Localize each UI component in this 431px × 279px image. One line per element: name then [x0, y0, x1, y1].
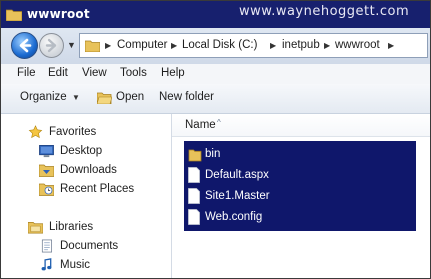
chevron-right-icon[interactable]: ▶ [388, 41, 394, 50]
menu-tools[interactable]: Tools [120, 67, 147, 79]
menu-bar: File Edit View Tools Help [1, 64, 430, 84]
chevron-down-icon[interactable]: ▼ [72, 93, 80, 102]
file-icon [188, 167, 200, 183]
nav-label-music: Music [60, 259, 91, 271]
file-icon [188, 188, 200, 204]
libraries-header: Libraries [49, 221, 94, 233]
nav-desktop[interactable]: Desktop [1, 142, 171, 160]
nav-documents[interactable]: Documents [1, 237, 171, 255]
watermark-text: www.waynehoggett.com [239, 4, 410, 19]
star-icon [28, 125, 43, 139]
organize-button[interactable]: Organize [20, 91, 67, 103]
explorer-window: wwwroot www.waynehoggett.com ▼ ▶ Compute… [0, 0, 431, 279]
file-name: bin [205, 148, 221, 160]
menu-edit[interactable]: Edit [48, 67, 68, 79]
title-bar: wwwroot www.waynehoggett.com [1, 1, 430, 28]
folder-icon [85, 40, 100, 52]
breadcrumb-local-disk[interactable]: Local Disk (C:) [182, 39, 257, 51]
folder-icon [188, 149, 202, 162]
nav-label-desktop: Desktop [60, 145, 103, 157]
folder-icon [6, 9, 22, 21]
new-folder-button[interactable]: New folder [159, 91, 214, 103]
file-name: Web.config [205, 211, 263, 223]
breadcrumb-computer[interactable]: Computer [117, 39, 168, 51]
file-row-bin[interactable]: bin [188, 144, 408, 165]
nav-label-downloads: Downloads [60, 164, 117, 176]
chevron-right-icon[interactable]: ▶ [324, 41, 330, 50]
recent-places-icon [39, 183, 54, 196]
command-bar: Organize ▼ Open New folder [1, 84, 430, 114]
nav-label-documents: Documents [60, 240, 119, 252]
desktop-icon [39, 145, 54, 158]
navigation-pane: Favorites Desktop Downloads Recent Place… [1, 114, 172, 278]
libraries-icon [28, 221, 43, 234]
recent-pages-dropdown-icon[interactable]: ▼ [67, 40, 76, 50]
favorites-header: Favorites [49, 126, 97, 138]
breadcrumb-wwwroot[interactable]: wwwroot [335, 39, 380, 51]
file-icon [188, 209, 200, 225]
column-header-name[interactable]: Name ^ [172, 114, 430, 137]
file-row-default-aspx[interactable]: Default.aspx [188, 165, 408, 186]
file-row-site1-master[interactable]: Site1.Master [188, 186, 408, 207]
back-button[interactable] [11, 32, 38, 59]
menu-file[interactable]: File [17, 67, 36, 79]
nav-downloads[interactable]: Downloads [1, 161, 171, 179]
file-row-web-config[interactable]: Web.config [188, 207, 408, 228]
window-title: wwwroot [27, 7, 90, 21]
menu-view[interactable]: View [82, 67, 107, 79]
chevron-right-icon[interactable]: ▶ [105, 41, 111, 50]
file-name: Site1.Master [205, 190, 270, 202]
music-note-icon [41, 258, 52, 271]
forward-button[interactable] [39, 33, 64, 58]
nav-libraries[interactable]: Libraries [1, 218, 171, 236]
nav-recent-places[interactable]: Recent Places [1, 180, 171, 198]
nav-label-recent-places: Recent Places [60, 183, 135, 195]
chevron-right-icon[interactable]: ▶ [270, 41, 276, 50]
breadcrumb-inetpub[interactable]: inetpub [282, 39, 320, 51]
chevron-right-icon[interactable]: ▶ [171, 41, 177, 50]
open-button[interactable]: Open [116, 91, 144, 103]
nav-music[interactable]: Music [1, 256, 171, 274]
address-bar[interactable]: ▶ Computer ▶ Local Disk (C:) ▶ inetpub ▶… [79, 33, 428, 58]
file-name: Default.aspx [205, 169, 269, 181]
address-row: ▼ ▶ Computer ▶ Local Disk (C:) ▶ inetpub… [1, 28, 430, 64]
documents-icon [41, 239, 53, 253]
nav-favorites[interactable]: Favorites [1, 123, 171, 141]
sort-ascending-icon: ^ [217, 118, 221, 127]
open-folder-icon [97, 92, 112, 104]
file-list-pane: Name ^ bin Default.aspx Site1.Master Web… [172, 114, 430, 278]
back-arrow-icon [19, 38, 32, 53]
column-header-label: Name [185, 119, 216, 131]
forward-arrow-icon [45, 38, 57, 53]
downloads-icon [39, 164, 54, 177]
menu-help[interactable]: Help [161, 67, 185, 79]
